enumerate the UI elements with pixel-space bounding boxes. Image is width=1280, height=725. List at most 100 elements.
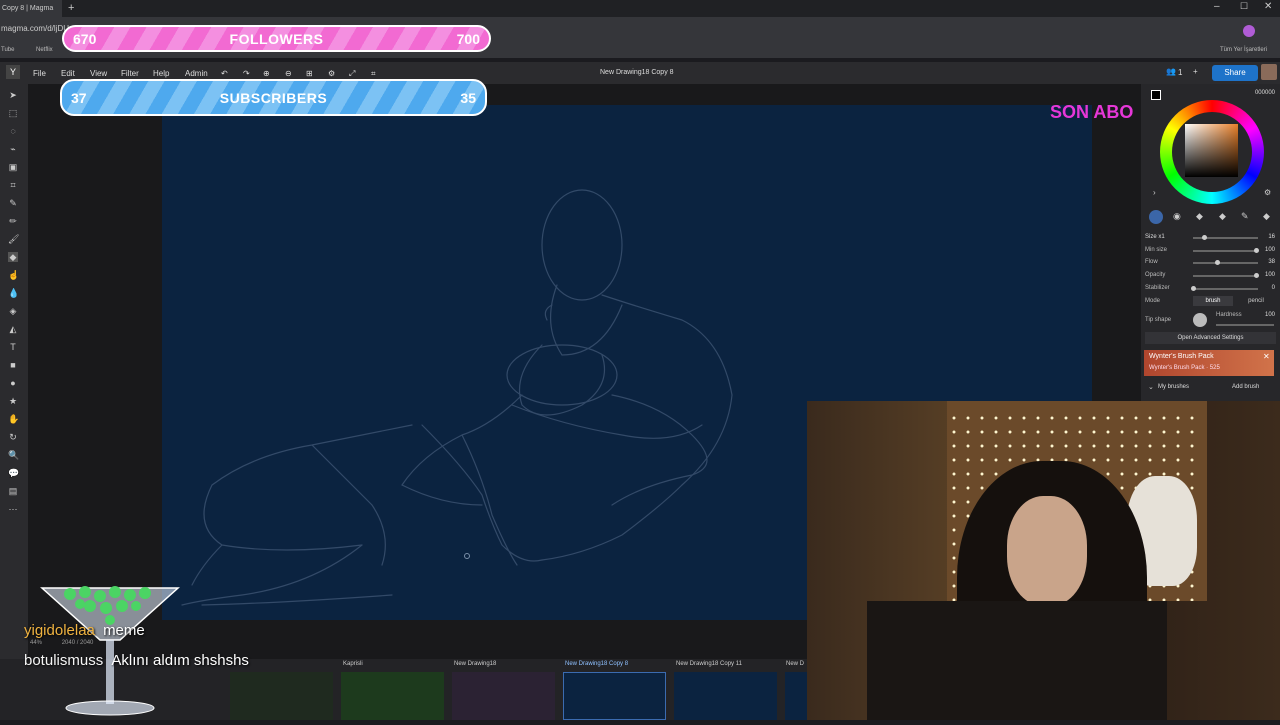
smudge-icon[interactable]: ☝: [8, 270, 19, 280]
text-tool-icon[interactable]: T: [8, 342, 18, 352]
color-hex[interactable]: 000000: [1245, 90, 1275, 96]
brush-slot-1-icon[interactable]: [1149, 210, 1163, 224]
comment-icon[interactable]: 💬: [8, 468, 19, 478]
document-thumbnail[interactable]: [785, 672, 807, 720]
brush-pack-card[interactable]: Wynter's Brush Pack Wynter's Brush Pack …: [1144, 350, 1274, 376]
star-icon[interactable]: ★: [8, 396, 18, 406]
stabilizer-slider[interactable]: [1193, 288, 1258, 290]
lasso-tool-icon[interactable]: ◌: [8, 126, 18, 136]
all-bookmarks[interactable]: Tüm Yer İşaretleri: [1220, 47, 1267, 53]
size-label: Size x1: [1145, 234, 1165, 240]
flow-value: 38: [1268, 259, 1275, 265]
menu-filter[interactable]: Filter: [121, 69, 139, 78]
followers-label: FOLLOWERS: [229, 31, 324, 47]
users-icon[interactable]: 👥: [1166, 67, 1176, 76]
close-icon[interactable]: ✕: [1263, 352, 1270, 361]
stabilizer-value: 0: [1271, 285, 1275, 291]
crop-icon[interactable]: ⌗: [8, 180, 18, 190]
window-maximize-icon[interactable]: ☐: [1240, 1, 1248, 12]
my-brushes-label[interactable]: My brushes: [1158, 384, 1189, 390]
brush-slot-6-icon[interactable]: ◆: [1263, 211, 1270, 222]
more-icon[interactable]: ⋯: [8, 504, 18, 514]
cocktail-glass-graphic: [40, 580, 180, 720]
hardness-slider[interactable]: [1216, 324, 1274, 326]
new-tab-icon[interactable]: +: [68, 2, 74, 14]
brush-slot-2-icon[interactable]: ◉: [1173, 211, 1181, 222]
brush-slot-3-icon[interactable]: ◆: [1196, 211, 1203, 222]
document-thumbnail[interactable]: [452, 672, 555, 720]
move-tool-icon[interactable]: ➤: [8, 90, 18, 100]
saturation-square[interactable]: [1185, 124, 1238, 177]
brush-icon[interactable]: 🖌: [8, 234, 19, 244]
window-close-icon[interactable]: ✕: [1264, 1, 1272, 12]
avatar[interactable]: [1261, 64, 1277, 80]
fullscreen-icon[interactable]: ⤢: [349, 69, 355, 79]
rectangle-icon[interactable]: ■: [8, 360, 18, 370]
menu-edit[interactable]: Edit: [61, 69, 75, 78]
tip-shape-icon[interactable]: [1193, 313, 1207, 327]
min-size-slider[interactable]: [1193, 250, 1258, 252]
undo-icon[interactable]: ↶: [221, 69, 228, 78]
reference-icon[interactable]: ▤: [8, 486, 18, 496]
zoom-in-icon[interactable]: ⊕: [263, 69, 270, 78]
window-minimize-icon[interactable]: –: [1214, 1, 1220, 12]
menu-file[interactable]: File: [33, 69, 46, 78]
zoom-out-icon[interactable]: ⊖: [285, 69, 292, 78]
subscribers-goal: 35: [460, 90, 476, 106]
eyedropper-icon[interactable]: ✎: [8, 198, 18, 208]
expand-icon[interactable]: ›: [1153, 188, 1156, 197]
document-thumbnail[interactable]: [674, 672, 777, 720]
stabilizer-slider-knob[interactable]: [1191, 286, 1196, 291]
pencil-icon[interactable]: ✏: [8, 216, 18, 226]
mode-brush-option[interactable]: brush: [1193, 296, 1233, 306]
settings-icon[interactable]: ⚙: [328, 69, 335, 78]
select-tool-icon[interactable]: ⬚: [8, 108, 18, 118]
brush-slot-4-icon[interactable]: ◆: [1219, 211, 1226, 222]
gradient-icon[interactable]: ◭: [8, 324, 18, 334]
menu-admin[interactable]: Admin: [185, 69, 208, 78]
document-thumbnail[interactable]: [230, 672, 333, 720]
flow-slider[interactable]: [1193, 262, 1258, 264]
transform-icon[interactable]: ▣: [8, 162, 18, 172]
hand-icon[interactable]: ✋: [8, 414, 19, 424]
app-logo[interactable]: Y: [6, 65, 20, 79]
fill-icon[interactable]: ◈: [8, 306, 18, 316]
browser-tab[interactable]: Copy 8 | Magma: [0, 0, 62, 17]
bookmark-item[interactable]: Tube: [1, 47, 14, 53]
add-brush-button[interactable]: Add brush: [1232, 384, 1259, 390]
bookmark-item[interactable]: Netflix: [36, 47, 53, 53]
opacity-value: 100: [1264, 272, 1275, 278]
latest-subscriber-ticker: SON ABO: [1050, 102, 1134, 122]
redo-icon[interactable]: ↷: [243, 69, 250, 78]
opacity-label: Opacity: [1145, 272, 1166, 278]
flow-slider-knob[interactable]: [1215, 260, 1220, 265]
color-swatch-icon[interactable]: [1151, 90, 1161, 100]
share-button[interactable]: Share: [1212, 65, 1258, 81]
flow-label: Flow: [1145, 259, 1158, 265]
brush-slot-5-icon[interactable]: ✎: [1241, 211, 1249, 222]
document-thumbnail-active[interactable]: [563, 672, 666, 720]
fit-icon[interactable]: ⊞: [306, 69, 313, 78]
panel-settings-icon[interactable]: ⚙: [1264, 188, 1271, 197]
menu-help[interactable]: Help: [153, 69, 169, 78]
url-field[interactable]: magma.com/d/ljDU: [1, 24, 69, 33]
magic-wand-icon[interactable]: ⌁: [8, 144, 18, 154]
chat-username: botulismuss: [24, 652, 104, 669]
chevron-down-icon[interactable]: ⌄: [1148, 383, 1154, 391]
followers-goal: 700: [456, 31, 480, 47]
ellipse-icon[interactable]: ●: [8, 378, 18, 388]
menu-view[interactable]: View: [90, 69, 107, 78]
mode-pencil-option[interactable]: pencil: [1236, 296, 1276, 306]
hardness-label: Hardness: [1216, 312, 1242, 318]
opacity-slider[interactable]: [1193, 275, 1258, 277]
zoom-tool-icon[interactable]: 🔍: [8, 450, 19, 460]
advanced-settings-button[interactable]: Open Advanced Settings: [1145, 332, 1276, 344]
size-slider-knob[interactable]: [1202, 235, 1207, 240]
add-user-icon[interactable]: +: [1193, 67, 1198, 76]
blur-icon[interactable]: 💧: [8, 288, 19, 298]
profile-avatar[interactable]: [1243, 25, 1255, 37]
grid-icon[interactable]: ⌗: [371, 69, 376, 79]
document-thumbnail[interactable]: [341, 672, 444, 720]
eraser-icon[interactable]: ◆: [8, 252, 18, 262]
rotate-icon[interactable]: ↻: [8, 432, 18, 442]
